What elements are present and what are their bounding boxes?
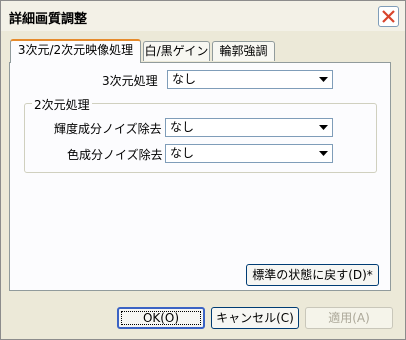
close-button[interactable] bbox=[378, 6, 399, 27]
select-value: なし bbox=[170, 120, 195, 134]
tab-label: 白/黒ゲイン bbox=[144, 44, 209, 58]
select-value: なし bbox=[170, 146, 195, 160]
tab-label: 輪郭強調 bbox=[219, 44, 268, 58]
button-label: 適用(A) bbox=[328, 311, 370, 325]
tab-white-black-gain[interactable]: 白/黒ゲイン bbox=[143, 41, 210, 61]
apply-button[interactable]: 適用(A) bbox=[305, 307, 393, 329]
chevron-down-icon[interactable] bbox=[316, 120, 331, 135]
chevron-down-icon[interactable] bbox=[316, 72, 331, 87]
select-value: なし bbox=[172, 72, 197, 86]
group-title: 2次元処理 bbox=[32, 96, 92, 113]
button-label: キャンセル(C) bbox=[216, 311, 294, 325]
restore-default-button[interactable]: 標準の状態に戻す(D)* bbox=[246, 264, 379, 286]
chroma-noise-select[interactable]: なし bbox=[165, 144, 333, 163]
tab-3d-2d-processing[interactable]: 3次元/2次元映像処理 bbox=[10, 39, 141, 63]
luma-noise-select[interactable]: なし bbox=[165, 118, 333, 137]
button-label: 標準の状態に戻す(D)* bbox=[252, 268, 373, 282]
cancel-button[interactable]: キャンセル(C) bbox=[211, 307, 299, 329]
dialog-window: 詳細画質調整 3次元/2次元映像処理 白/黒ゲイン 輪郭強調 3次元処理 なし … bbox=[0, 0, 406, 340]
title-bar[interactable]: 詳細画質調整 bbox=[1, 1, 405, 31]
chroma-noise-label: 色成分ノイズ除去 bbox=[67, 148, 163, 162]
tab-edge-enhancement[interactable]: 輪郭強調 bbox=[212, 41, 275, 61]
ok-button[interactable]: OK(O) bbox=[117, 307, 205, 329]
window-title: 詳細画質調整 bbox=[9, 12, 88, 27]
chevron-down-icon[interactable] bbox=[316, 146, 331, 161]
three-d-processing-label: 3次元処理 bbox=[102, 74, 158, 88]
focus-rect bbox=[121, 311, 201, 325]
three-d-processing-select[interactable]: なし bbox=[167, 70, 333, 89]
close-icon bbox=[382, 10, 395, 23]
luma-noise-label: 輝度成分ノイズ除去 bbox=[54, 122, 162, 136]
tab-label: 3次元/2次元映像処理 bbox=[17, 43, 134, 57]
